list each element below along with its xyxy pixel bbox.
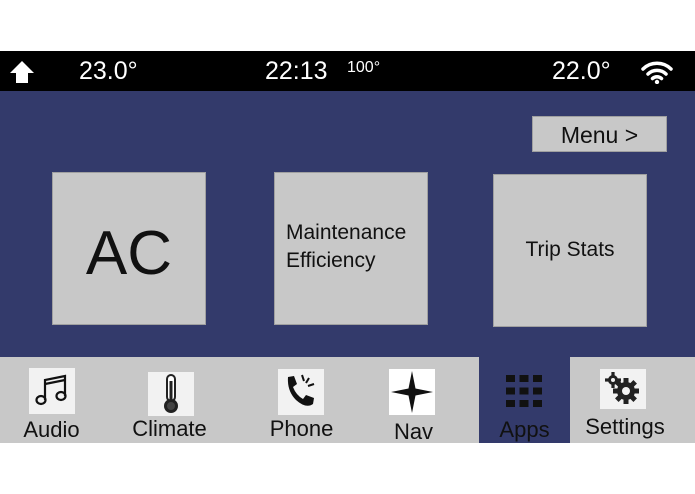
- passenger-temperature: 22.0°: [552, 57, 611, 85]
- menu-button[interactable]: Menu >: [532, 116, 667, 152]
- trip-stats-tile-label: Trip Stats: [525, 238, 615, 261]
- maintenance-tile-label-line-1: Maintenance: [286, 221, 407, 244]
- bottom-nav: Audio Climate Phone Nav Apps Settings: [0, 357, 695, 444]
- phone-ringing-icon: [278, 369, 324, 415]
- trip-stats-tile[interactable]: Trip Stats: [493, 174, 647, 327]
- clock: 22:13: [265, 57, 328, 85]
- status-bar: 23.0° 22:13 100° 22.0°: [0, 51, 695, 91]
- nav-audio[interactable]: Audio: [0, 357, 103, 443]
- maintenance-efficiency-tile[interactable]: Maintenance Efficiency: [274, 172, 428, 325]
- nav-navigation[interactable]: Nav: [362, 357, 465, 444]
- apps-grid-icon: [506, 375, 542, 407]
- nav-apps[interactable]: Apps: [479, 357, 570, 443]
- nav-climate-label: Climate: [132, 416, 207, 441]
- ac-tile[interactable]: AC: [52, 172, 206, 325]
- gears-icon: [600, 369, 646, 409]
- maintenance-tile-label-line-2: Efficiency: [286, 249, 376, 272]
- ac-tile-label: AC: [85, 219, 173, 288]
- wifi-icon: [641, 61, 673, 84]
- nav-apps-label: Apps: [499, 417, 550, 442]
- driver-temperature: 23.0°: [79, 57, 138, 85]
- apps-panel: Menu > AC Maintenance Efficiency Trip St…: [0, 91, 695, 357]
- nav-phone[interactable]: Phone: [250, 357, 353, 443]
- compass-star-icon: [389, 369, 435, 415]
- home-icon[interactable]: [9, 59, 35, 85]
- thermometer-icon: [148, 372, 194, 416]
- nav-climate[interactable]: Climate: [118, 357, 221, 443]
- nav-nav-label: Nav: [393, 419, 434, 444]
- music-note-icon: [29, 368, 75, 414]
- nav-settings[interactable]: Settings: [572, 357, 678, 443]
- nav-phone-label: Phone: [269, 416, 334, 441]
- nav-audio-label: Audio: [23, 417, 80, 442]
- outside-temperature: 100°: [347, 59, 381, 76]
- nav-settings-label: Settings: [585, 414, 665, 439]
